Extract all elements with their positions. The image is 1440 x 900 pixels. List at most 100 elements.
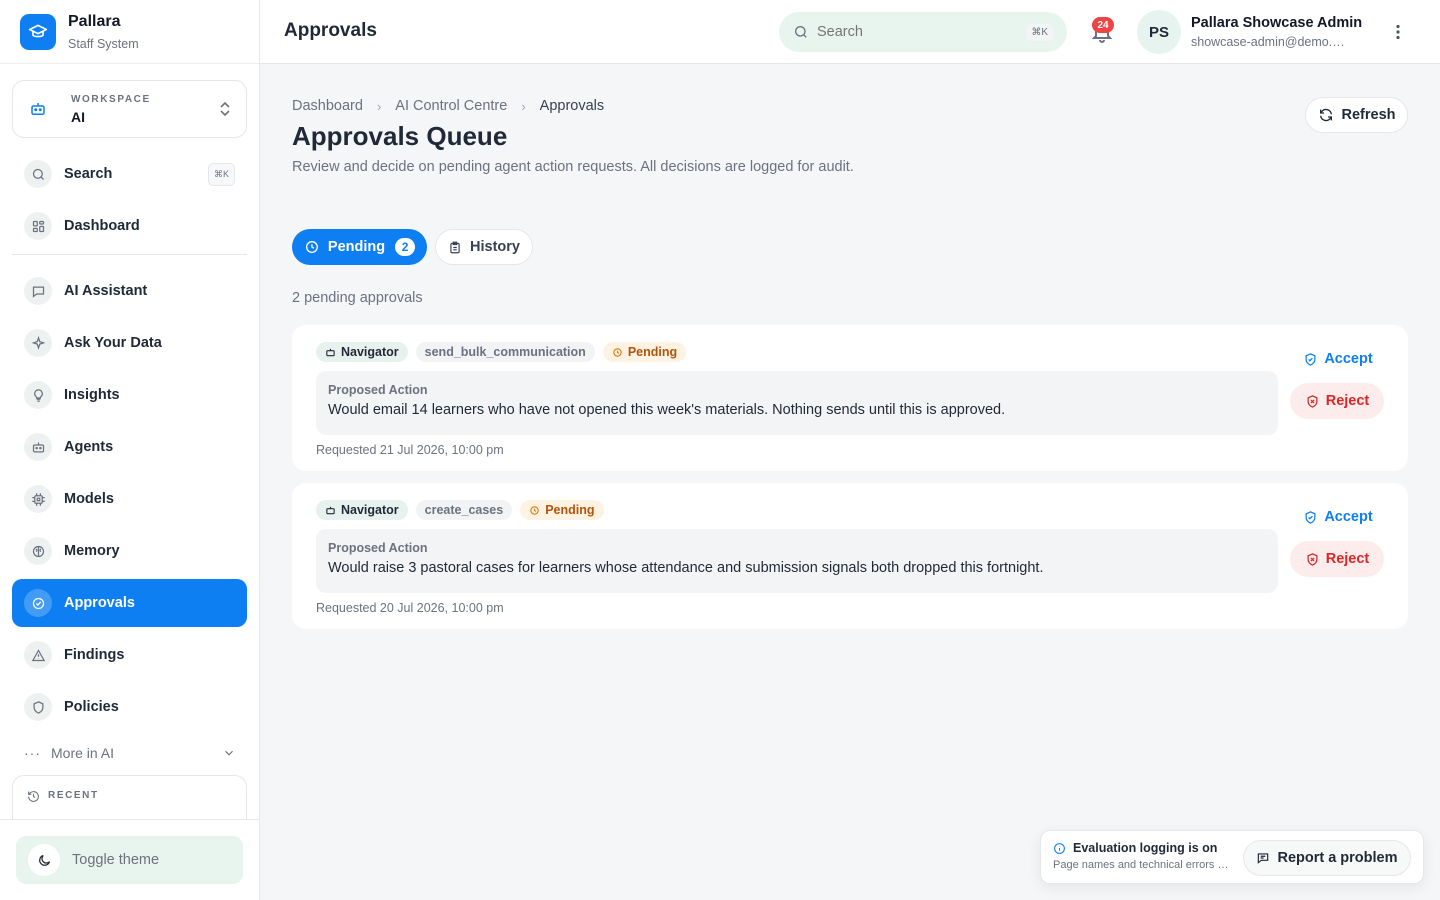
sidebar-item-label: Policies xyxy=(64,699,119,715)
reject-button[interactable]: Reject xyxy=(1290,541,1384,577)
toggle-theme-label: Toggle theme xyxy=(72,852,160,868)
user-email: showcase-admin@demo.pallara.app xyxy=(1191,35,1351,49)
sidebar-item-ai-assistant[interactable]: AI Assistant xyxy=(12,267,247,315)
sidebar-item-models[interactable]: Models xyxy=(12,475,247,523)
sidebar-item-label: Insights xyxy=(64,387,120,403)
proposal-text: Would email 14 learners who have not ope… xyxy=(328,402,1006,418)
sidebar-item-approvals[interactable]: Approvals xyxy=(12,579,247,627)
status-label: Pending xyxy=(627,345,678,359)
search-input[interactable] xyxy=(817,24,1027,40)
pending-summary: 2 pending approvals xyxy=(292,290,423,306)
tool-tag: send_bulk_communication xyxy=(415,342,595,362)
reject-button[interactable]: Reject xyxy=(1290,383,1384,419)
sidebar-search[interactable]: Search ⌘K xyxy=(12,150,247,198)
agent-tag: Navigator xyxy=(316,500,408,520)
toggle-theme-button[interactable]: Toggle theme xyxy=(16,836,243,884)
chevron-right-icon: › xyxy=(521,98,526,114)
lightbulb-icon xyxy=(24,381,52,409)
sidebar-item-label: Models xyxy=(64,491,114,507)
agent-name: Navigator xyxy=(341,503,399,517)
brand[interactable]: Pallara Staff System xyxy=(0,0,259,64)
accept-button[interactable]: Accept xyxy=(1300,505,1376,529)
ellipsis-icon: ··· xyxy=(24,745,41,761)
more-label: More in AI xyxy=(51,745,115,761)
moon-icon xyxy=(28,844,60,876)
recent-section: RECENT xyxy=(12,775,247,819)
tab-pending-count: 2 xyxy=(395,238,415,256)
more-in-ai-toggle[interactable]: ··· More in AI xyxy=(24,742,236,764)
brand-name: Pallara xyxy=(68,12,121,30)
workspace-label: WORKSPACE xyxy=(71,93,151,105)
page-description: Review and decide on pending agent actio… xyxy=(292,159,854,175)
report-label: Report a problem xyxy=(1277,850,1398,866)
agent-tag: Navigator xyxy=(316,342,408,362)
tab-pending-label: Pending xyxy=(327,239,386,255)
chevron-down-icon xyxy=(225,750,233,756)
recent-label: RECENT xyxy=(48,790,99,801)
breadcrumb-item[interactable]: Dashboard xyxy=(292,98,363,114)
sidebar-item-label: Agents xyxy=(64,439,114,455)
proposed-action: Proposed Action Would raise 3 pastoral c… xyxy=(316,529,1278,593)
sidebar-footer: Toggle theme xyxy=(0,819,259,900)
accept-label: Accept xyxy=(1324,351,1373,367)
accept-button[interactable]: Accept xyxy=(1300,347,1376,371)
sidebar-item-label: AI Assistant xyxy=(64,283,148,299)
status-badge: Pending xyxy=(520,500,604,520)
clock-icon xyxy=(613,347,622,357)
refresh-button[interactable]: Refresh xyxy=(1305,97,1408,133)
robot-icon xyxy=(326,348,335,356)
refresh-label: Refresh xyxy=(1341,107,1396,123)
report-problem-button[interactable]: Report a problem xyxy=(1243,840,1411,876)
chevron-right-icon: › xyxy=(376,98,382,114)
sidebar-item-findings[interactable]: Findings xyxy=(12,631,247,679)
sidebar-item-policies[interactable]: Policies xyxy=(12,683,247,731)
search-icon xyxy=(24,160,52,188)
sparkle-icon xyxy=(24,329,52,357)
brain-icon xyxy=(24,537,52,565)
approval-card: Navigator create_cases Pending Proposed … xyxy=(292,483,1408,629)
tab-history-label: History xyxy=(470,239,520,255)
sidebar-search-label: Search xyxy=(64,166,113,182)
header-title: Approvals xyxy=(284,20,377,41)
clipboard-icon xyxy=(450,241,460,253)
tab-history[interactable]: History xyxy=(435,229,533,265)
grid-icon xyxy=(24,212,52,240)
sidebar: Pallara Staff System WORKSPACE AI Search… xyxy=(0,0,260,900)
notification-badge: 24 xyxy=(1092,17,1114,33)
accept-label: Accept xyxy=(1324,509,1373,525)
refresh-icon xyxy=(1319,108,1332,122)
top-bar: Approvals ⌘K 24 PS Pallara Showcase Admi… xyxy=(260,0,1440,64)
shield-x-icon xyxy=(1307,552,1318,566)
info-icon xyxy=(1054,842,1065,854)
tab-pending[interactable]: Pending 2 xyxy=(292,229,427,265)
more-vertical-icon[interactable] xyxy=(1388,22,1408,42)
search-shortcut: ⌘K xyxy=(1026,23,1053,41)
message-icon xyxy=(1258,853,1269,864)
workspace-switcher[interactable]: WORKSPACE AI xyxy=(12,80,247,138)
check-circle-icon xyxy=(24,589,52,617)
status-badge: Pending xyxy=(602,342,687,362)
avatar[interactable]: PS xyxy=(1137,10,1181,54)
breadcrumb-current: Approvals xyxy=(539,98,605,114)
global-search[interactable]: ⌘K xyxy=(779,12,1067,52)
page-title: Approvals Queue xyxy=(292,121,508,151)
shield-check-icon xyxy=(1305,510,1316,524)
sidebar-item-label: Approvals xyxy=(64,595,135,611)
sidebar-item-ask-your-data[interactable]: Ask Your Data xyxy=(12,319,247,367)
sidebar-item-insights[interactable]: Insights xyxy=(12,371,247,419)
robot-icon xyxy=(27,98,49,120)
shield-icon xyxy=(24,693,52,721)
breadcrumb-item[interactable]: AI Control Centre xyxy=(395,98,507,114)
toast-subtitle: Page names and technical errors are logg… xyxy=(1053,859,1229,871)
sidebar-item-agents[interactable]: Agents xyxy=(12,423,247,471)
search-icon xyxy=(795,26,807,38)
sidebar-item-dashboard[interactable]: Dashboard xyxy=(12,202,247,250)
clock-icon xyxy=(530,505,539,515)
graduation-cap-icon xyxy=(20,13,56,50)
requested-timestamp: Requested 21 Jul 2026, 10:00 pm xyxy=(316,443,504,457)
warning-icon xyxy=(24,641,52,669)
proposal-label: Proposed Action xyxy=(328,383,428,397)
breadcrumb: Dashboard › AI Control Centre › Approval… xyxy=(292,98,604,114)
sidebar-item-label: Findings xyxy=(64,647,125,663)
sidebar-item-memory[interactable]: Memory xyxy=(12,527,247,575)
